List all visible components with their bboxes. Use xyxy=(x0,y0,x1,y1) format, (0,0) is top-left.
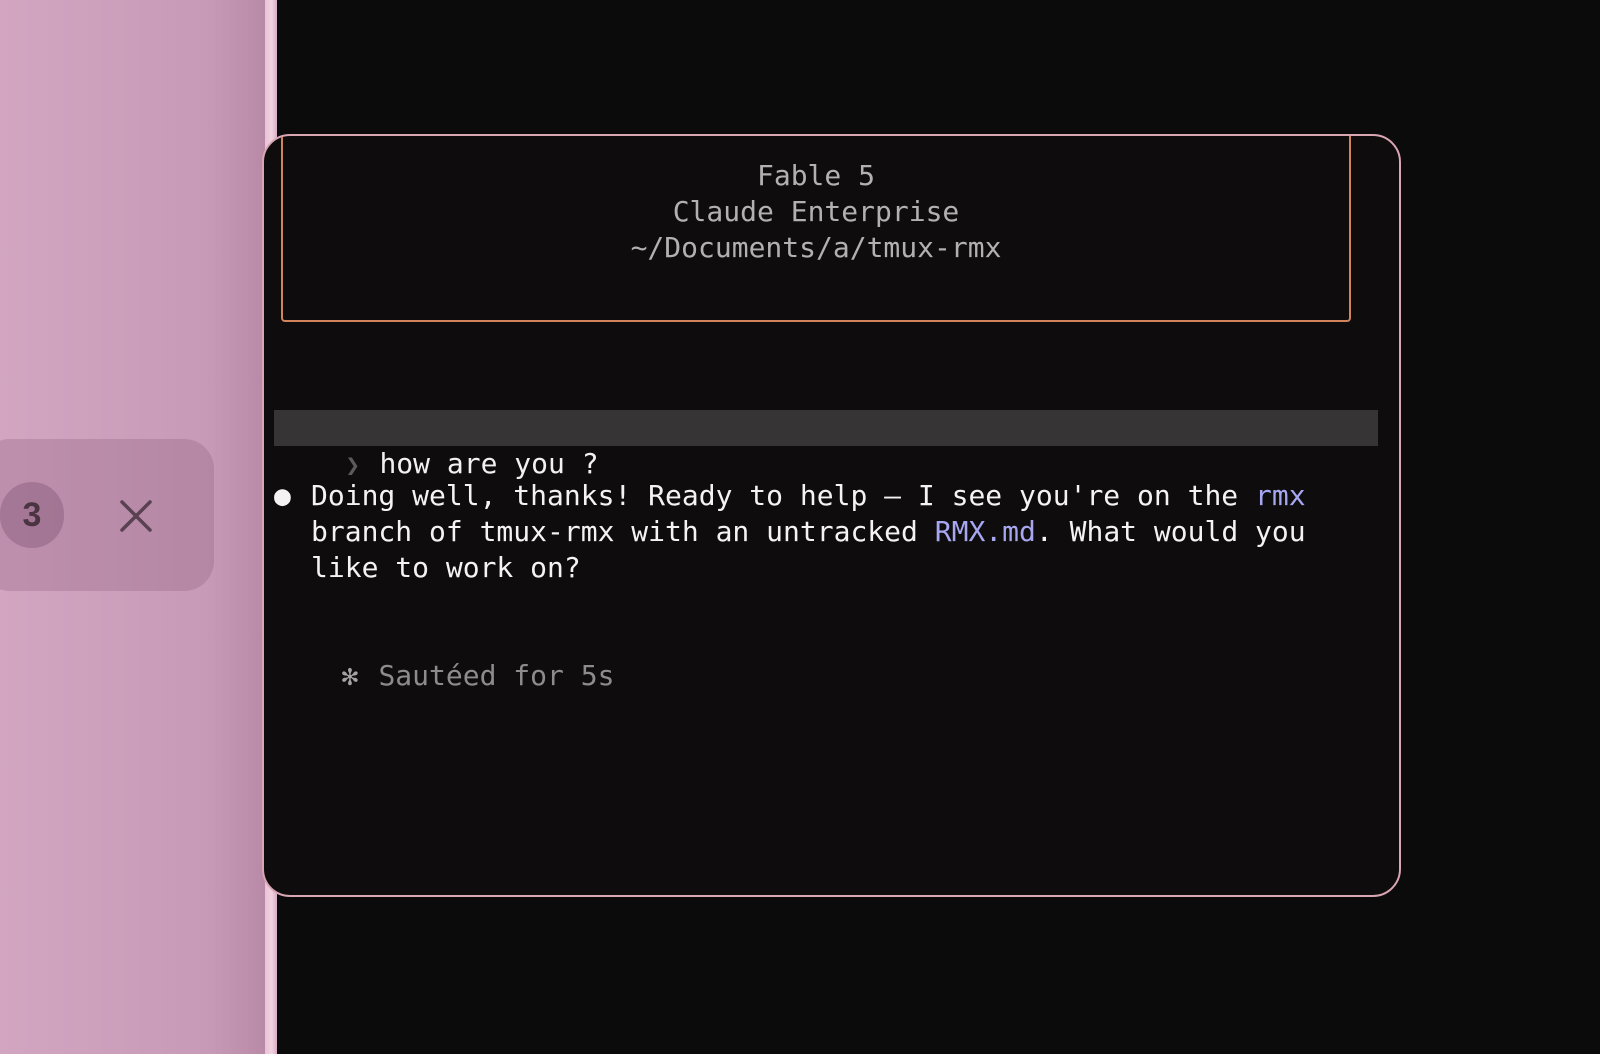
asterisk-icon: ✻ xyxy=(341,659,359,692)
file-name: RMX.md xyxy=(934,515,1036,548)
reply-segment: branch of tmux-rmx with an untracked xyxy=(311,515,918,548)
working-directory: ~/Documents/a/tmux-rmx xyxy=(630,231,1002,264)
reply-segment: Doing well, thanks! Ready to help — I se… xyxy=(311,479,1256,512)
terminal-window[interactable]: Fable 5 Claude Enterprise ~/Documents/a/… xyxy=(262,134,1401,897)
prompt-text: how are you ? xyxy=(379,447,599,480)
status-text: Sautéed for 5s xyxy=(378,659,615,692)
reply-text: Doing well, thanks! Ready to help — I se… xyxy=(311,478,1384,586)
assistant-reply: ● Doing well, thanks! Ready to help — I … xyxy=(274,478,1384,586)
user-prompt[interactable]: ❯ how are you ? xyxy=(274,410,1378,480)
status-line: ✻ Sautéed for 5s xyxy=(274,622,614,730)
session-header: Fable 5 Claude Enterprise ~/Documents/a/… xyxy=(281,136,1351,322)
session-count-badge: 3 xyxy=(0,482,64,548)
plan-name: Claude Enterprise xyxy=(672,195,960,228)
close-icon[interactable] xyxy=(116,496,156,536)
reply-bullet-icon: ● xyxy=(274,479,291,512)
model-name: Fable 5 xyxy=(756,159,875,192)
branch-name: rmx xyxy=(1255,479,1306,512)
